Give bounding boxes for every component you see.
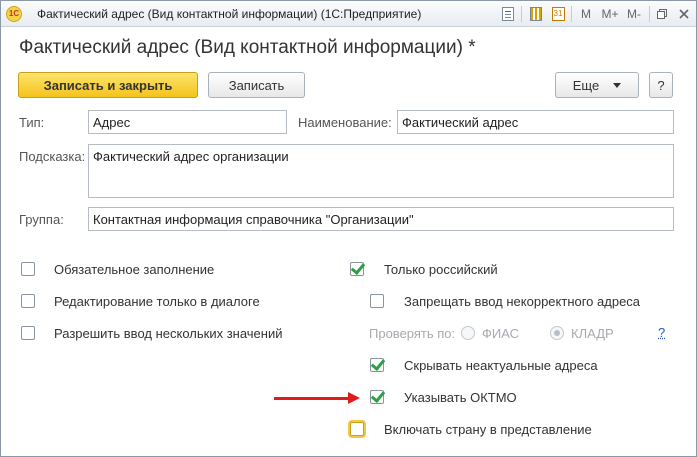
check-by-label: Проверять по: xyxy=(369,326,456,341)
forbid-incorrect-address-label: Запрещать ввод некорректного адреса xyxy=(404,294,641,309)
include-country-label: Включать страну в представление xyxy=(384,422,592,437)
save-button[interactable]: Записать xyxy=(208,72,305,98)
hint-field[interactable]: Фактический адрес организации xyxy=(88,144,674,198)
document-icon[interactable] xyxy=(499,5,517,23)
type-field[interactable]: Адрес xyxy=(88,110,287,134)
required-fill-checkbox[interactable] xyxy=(21,262,35,276)
radio-kladr-label: КЛАДР xyxy=(571,326,614,341)
group-label: Группа: xyxy=(19,212,64,227)
edit-in-dialog-only-label: Редактирование только в диалоге xyxy=(54,294,260,309)
calendar-icon[interactable]: 31 xyxy=(549,5,567,23)
save-and-close-button[interactable]: Записать и закрыть xyxy=(18,72,198,98)
required-fill-label: Обязательное заполнение xyxy=(54,262,215,277)
title-bar: 1С Фактический адрес (Вид контактной инф… xyxy=(1,1,696,27)
hide-obsolete-addresses-checkbox[interactable] xyxy=(370,358,384,372)
calculator-icon[interactable] xyxy=(527,5,545,23)
radio-kladr[interactable] xyxy=(550,326,564,340)
include-country-checkbox[interactable] xyxy=(350,422,364,436)
memory-m-icon[interactable]: M xyxy=(577,5,595,23)
forbid-incorrect-address-checkbox[interactable] xyxy=(370,294,384,308)
memory-m-minus-icon[interactable]: M- xyxy=(625,5,643,23)
annotation-arrow-icon xyxy=(348,392,360,404)
dialog-window: 1С Фактический адрес (Вид контактной инф… xyxy=(0,0,697,457)
edit-in-dialog-only-checkbox[interactable] xyxy=(21,294,35,308)
russian-only-checkbox[interactable] xyxy=(350,262,364,276)
allow-multiple-values-label: Разрешить ввод нескольких значений xyxy=(54,326,283,341)
more-label: Еще xyxy=(572,77,600,93)
russian-only-label: Только российский xyxy=(384,262,498,277)
hide-obsolete-addresses-label: Скрывать неактуальные адреса xyxy=(404,358,598,373)
chevron-down-icon xyxy=(613,82,622,88)
show-oktmo-label: Указывать ОКТМО xyxy=(404,390,517,405)
annotation-arrow-shaft xyxy=(274,397,350,400)
more-menu-button[interactable]: Еще xyxy=(555,72,639,98)
name-field[interactable]: Фактический адрес xyxy=(397,110,674,134)
check-by-help-link[interactable]: ? xyxy=(658,325,665,340)
show-oktmo-checkbox[interactable] xyxy=(370,390,384,404)
group-field[interactable]: Контактная информация справочника "Орган… xyxy=(88,207,674,231)
allow-multiple-values-checkbox[interactable] xyxy=(21,326,35,340)
type-label: Тип: xyxy=(19,115,45,130)
window-title: Фактический адрес (Вид контактной информ… xyxy=(37,7,422,21)
radio-fias-label: ФИАС xyxy=(482,326,520,341)
close-icon[interactable] xyxy=(675,5,693,23)
help-button[interactable]: ? xyxy=(649,72,673,98)
radio-fias[interactable] xyxy=(461,326,475,340)
name-label: Наименование: xyxy=(298,115,392,130)
restore-icon[interactable] xyxy=(653,5,671,23)
memory-m-plus-icon[interactable]: M+ xyxy=(601,5,619,23)
page-title: Фактический адрес (Вид контактной информ… xyxy=(19,37,476,58)
hint-label: Подсказка: xyxy=(19,149,86,164)
app-logo-icon: 1С xyxy=(6,6,22,22)
